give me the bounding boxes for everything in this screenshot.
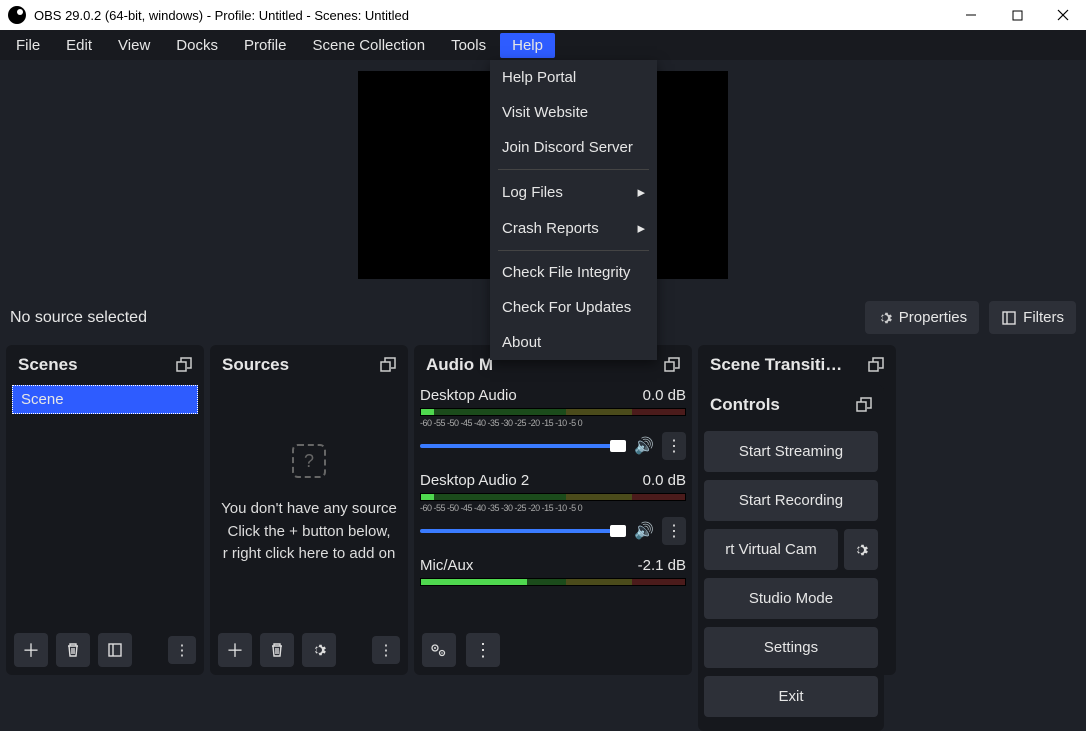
titlebar: OBS 29.0.2 (64-bit, windows) - Profile: … (0, 0, 1086, 30)
audio-track-name: Mic/Aux (420, 557, 473, 574)
chevron-right-icon: ▸ (637, 219, 645, 237)
scenes-title: Scenes (18, 355, 78, 375)
audio-meter (420, 493, 686, 501)
menu-profile[interactable]: Profile (232, 33, 299, 58)
start-streaming-button[interactable]: Start Streaming (704, 431, 878, 472)
virtualcam-settings-button[interactable] (844, 529, 878, 570)
audio-volume-slider[interactable] (420, 444, 626, 448)
undock-icon[interactable] (856, 397, 872, 413)
audio-track-name: Desktop Audio (420, 387, 517, 404)
audio-track-desktop2: Desktop Audio 2 0.0 dB -60 -55 -50 -45 -… (420, 470, 686, 545)
audio-track-name: Desktop Audio 2 (420, 472, 529, 489)
maximize-button[interactable] (994, 0, 1040, 30)
properties-button[interactable]: Properties (865, 301, 979, 334)
undock-icon[interactable] (176, 357, 192, 373)
scenes-dock: Scenes Scene ＋ ⋮ (6, 345, 204, 675)
trash-icon (65, 642, 81, 658)
start-recording-button[interactable]: Start Recording (704, 480, 878, 521)
filters-button[interactable]: Filters (989, 301, 1076, 334)
menu-docks[interactable]: Docks (164, 33, 230, 58)
scene-filter-button[interactable] (98, 633, 132, 667)
source-settings-button[interactable] (302, 633, 336, 667)
help-discord[interactable]: Join Discord Server (490, 130, 657, 165)
menu-scene-collection[interactable]: Scene Collection (301, 33, 438, 58)
plus-icon: ＋ (22, 637, 40, 663)
sources-menu-button[interactable]: ⋮ (372, 636, 400, 664)
transitions-title: Scene Transiti… (710, 355, 842, 375)
help-crash-reports[interactable]: Crash Reports▸ (490, 210, 657, 246)
no-source-label: No source selected (10, 309, 147, 327)
help-visit-website[interactable]: Visit Website (490, 95, 657, 130)
audio-track-db: -2.1 dB (638, 557, 686, 574)
menubar: File Edit View Docks Profile Scene Colle… (0, 30, 1086, 60)
sources-dock: Sources ? You don't have any source Clic… (210, 345, 408, 675)
help-check-updates[interactable]: Check For Updates (490, 290, 657, 325)
gears-icon (430, 642, 448, 658)
menu-file[interactable]: File (4, 33, 52, 58)
help-about[interactable]: About (490, 325, 657, 360)
help-dropdown: Help Portal Visit Website Join Discord S… (490, 60, 657, 360)
speaker-icon[interactable]: 🔊 (634, 521, 654, 541)
transitions-dock: Scene Transiti… Fade ˄˅ Duration 300 ms … (698, 345, 896, 675)
question-icon: ? (292, 444, 326, 478)
gear-icon (853, 542, 869, 558)
menu-tools[interactable]: Tools (439, 33, 498, 58)
add-scene-button[interactable]: ＋ (14, 633, 48, 667)
filter-icon (107, 642, 123, 658)
audio-ticks: -60 -55 -50 -45 -40 -35 -30 -25 -20 -15 … (420, 418, 686, 428)
exit-button[interactable]: Exit (704, 676, 878, 717)
audio-track-db: 0.0 dB (643, 472, 686, 489)
menu-edit[interactable]: Edit (54, 33, 104, 58)
studio-mode-button[interactable]: Studio Mode (704, 578, 878, 619)
scene-item[interactable]: Scene (12, 385, 198, 414)
remove-scene-button[interactable] (56, 633, 90, 667)
start-virtualcam-button[interactable]: rt Virtual Cam (704, 529, 838, 570)
trash-icon (269, 642, 285, 658)
kebab-icon: ⋮ (175, 641, 190, 659)
scenes-menu-button[interactable]: ⋮ (168, 636, 196, 664)
audio-track-mic: Mic/Aux -2.1 dB (420, 555, 686, 586)
audio-track-menu[interactable]: ⋮ (662, 517, 686, 545)
minimize-button[interactable] (948, 0, 994, 30)
audio-mixer-dock: Audio M Desktop Audio 0.0 dB -60 -55 -50… (414, 345, 692, 675)
help-check-integrity[interactable]: Check File Integrity (490, 255, 657, 290)
undock-icon[interactable] (868, 357, 884, 373)
app-icon (8, 6, 26, 24)
filters-icon (1001, 310, 1017, 326)
audio-advanced-button[interactable] (422, 633, 456, 667)
settings-button[interactable]: Settings (704, 627, 878, 668)
menu-view[interactable]: View (106, 33, 162, 58)
sources-title: Sources (222, 355, 289, 375)
kebab-icon: ⋮ (474, 640, 492, 661)
audio-menu-button[interactable]: ⋮ (466, 633, 500, 667)
speaker-icon[interactable]: 🔊 (634, 436, 654, 456)
audio-title: Audio M (426, 355, 493, 375)
controls-dock: Controls Start Streaming Start Recording… (698, 385, 884, 731)
menu-help[interactable]: Help (500, 33, 555, 58)
sources-empty[interactable]: ? You don't have any source Click the + … (216, 385, 402, 625)
add-source-button[interactable]: ＋ (218, 633, 252, 667)
window-title: OBS 29.0.2 (64-bit, windows) - Profile: … (34, 8, 409, 23)
gear-icon (877, 310, 893, 326)
gear-icon (311, 642, 327, 658)
kebab-icon: ⋮ (379, 641, 394, 659)
plus-icon: ＋ (226, 637, 244, 663)
help-log-files[interactable]: Log Files▸ (490, 174, 657, 210)
audio-ticks: -60 -55 -50 -45 -40 -35 -30 -25 -20 -15 … (420, 503, 686, 513)
kebab-icon: ⋮ (666, 436, 682, 456)
audio-track-menu[interactable]: ⋮ (662, 432, 686, 460)
kebab-icon: ⋮ (666, 521, 682, 541)
close-button[interactable] (1040, 0, 1086, 30)
audio-track-desktop: Desktop Audio 0.0 dB -60 -55 -50 -45 -40… (420, 385, 686, 460)
remove-source-button[interactable] (260, 633, 294, 667)
controls-title: Controls (710, 395, 780, 415)
undock-icon[interactable] (380, 357, 396, 373)
audio-meter (420, 578, 686, 586)
audio-volume-slider[interactable] (420, 529, 626, 533)
audio-track-db: 0.0 dB (643, 387, 686, 404)
undock-icon[interactable] (664, 357, 680, 373)
audio-meter (420, 408, 686, 416)
chevron-right-icon: ▸ (637, 183, 645, 201)
help-portal[interactable]: Help Portal (490, 60, 657, 95)
